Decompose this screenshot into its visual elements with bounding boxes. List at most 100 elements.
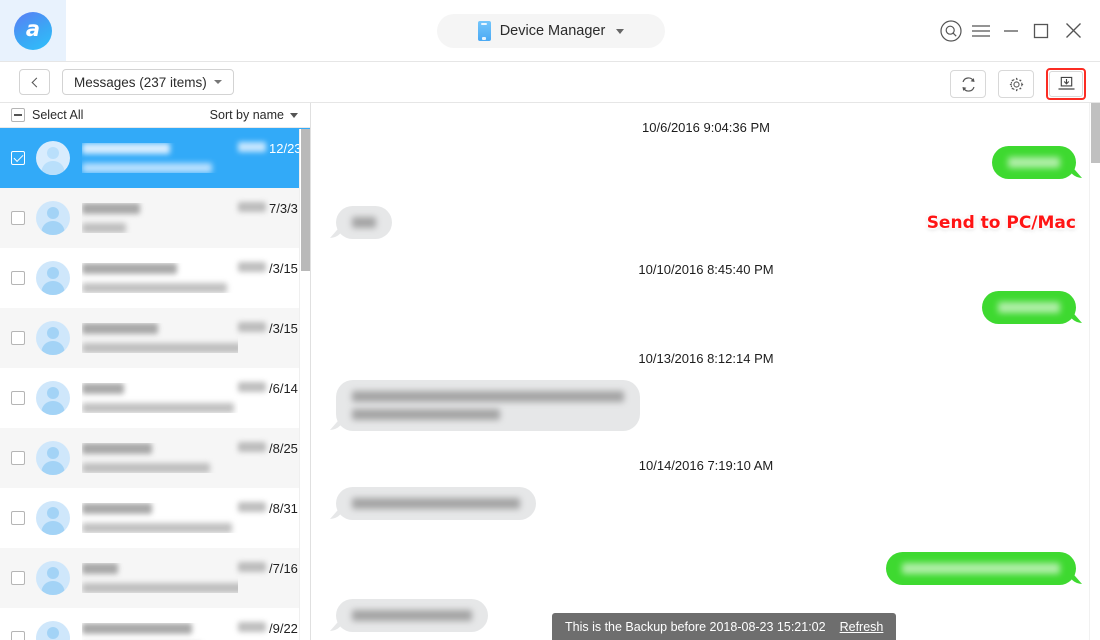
incoming-message-bubble[interactable] (336, 487, 536, 520)
row-checkbox[interactable] (11, 631, 25, 640)
row-date: /6/14 (269, 381, 298, 396)
row-date: 7/3/3 (269, 201, 298, 216)
maximize-icon[interactable] (1026, 0, 1056, 61)
app-logo: a (0, 0, 66, 61)
row-checkbox[interactable] (11, 151, 25, 165)
row-checkbox[interactable] (11, 571, 25, 585)
row-preview (82, 583, 238, 593)
avatar (36, 621, 70, 640)
row-text (82, 443, 238, 473)
message-text-redacted (998, 302, 1060, 313)
message-list-row[interactable]: /6/14 (0, 368, 310, 428)
chevron-down-icon (616, 28, 625, 34)
message-timestamp: 10/14/2016 7:19:10 AM (638, 458, 774, 473)
phone-icon (477, 21, 491, 41)
settings-button[interactable] (998, 70, 1034, 98)
message-bubble-row (336, 552, 1076, 585)
send-to-pc-mac-annotation: Send to PC/Mac (926, 213, 1076, 233)
row-time-redacted (238, 442, 266, 452)
refresh-icon (961, 76, 975, 92)
avatar (36, 381, 70, 415)
device-manager-label: Device Manager (499, 23, 606, 39)
row-checkbox[interactable] (11, 211, 25, 225)
row-time-redacted (238, 202, 266, 212)
sort-by-name-dropdown[interactable]: Sort by name (210, 108, 298, 122)
message-text-redacted (352, 610, 472, 621)
row-preview (82, 343, 238, 353)
incoming-message-bubble[interactable] (336, 206, 392, 239)
row-time-redacted (238, 262, 266, 272)
avatar (36, 261, 70, 295)
device-manager-selector[interactable]: Device Manager (437, 14, 665, 48)
message-timestamp: 10/10/2016 8:45:40 PM (638, 262, 774, 277)
avatar (36, 441, 70, 475)
row-time-redacted (238, 382, 266, 392)
send-to-computer-button[interactable] (1046, 68, 1086, 100)
row-time-redacted (238, 142, 266, 152)
close-icon[interactable] (1056, 0, 1090, 61)
sort-label: Sort by name (209, 108, 284, 122)
row-date: 12/23 (269, 141, 302, 156)
breadcrumb[interactable]: Messages (237 items) (62, 69, 234, 95)
row-contact-name (82, 443, 152, 454)
search-circle-icon[interactable] (936, 0, 966, 61)
avatar (36, 141, 70, 175)
row-checkbox[interactable] (11, 451, 25, 465)
message-timestamp: 10/6/2016 9:04:36 PM (642, 120, 770, 135)
incoming-message-bubble[interactable] (336, 380, 640, 431)
row-text (82, 383, 238, 413)
message-list-row[interactable]: /9/22 (0, 608, 310, 640)
message-text-redacted (352, 391, 624, 402)
message-bubble-row (336, 487, 1076, 520)
message-bubble-row (336, 291, 1076, 324)
refresh-link[interactable]: Refresh (840, 620, 884, 634)
row-preview (82, 223, 126, 233)
row-preview (82, 283, 227, 293)
row-checkbox[interactable] (11, 271, 25, 285)
message-list-row[interactable]: /3/15 (0, 308, 310, 368)
row-contact-name (82, 143, 170, 154)
avatar (36, 321, 70, 355)
message-list-row[interactable]: 12/23 (0, 128, 310, 188)
toolbar-actions (950, 68, 1086, 100)
refresh-button[interactable] (950, 70, 986, 98)
row-time-redacted (238, 622, 266, 632)
outgoing-message-bubble[interactable] (982, 291, 1076, 324)
select-all-checkbox[interactable] (11, 108, 25, 122)
logo-letter: a (25, 17, 41, 41)
back-button[interactable] (19, 69, 50, 95)
incoming-message-bubble[interactable] (336, 599, 488, 632)
row-preview (82, 523, 232, 533)
list-scrollbar-thumb[interactable] (301, 129, 310, 271)
row-text (82, 503, 238, 533)
backup-status-message: This is the Backup before 2018-08-23 15:… (565, 619, 826, 634)
message-text-redacted (352, 217, 376, 228)
hamburger-menu-icon[interactable] (966, 0, 996, 61)
message-bubble-row (336, 380, 1076, 431)
row-time-redacted (238, 562, 266, 572)
row-checkbox[interactable] (11, 391, 25, 405)
message-list-row[interactable]: /8/31 (0, 488, 310, 548)
conversation-scrollbar-thumb[interactable] (1091, 103, 1100, 163)
list-scrollbar[interactable] (299, 129, 310, 640)
row-contact-name (82, 203, 140, 214)
row-checkbox[interactable] (11, 331, 25, 345)
outgoing-message-bubble[interactable] (992, 146, 1076, 179)
message-list-row[interactable]: 7/3/3 (0, 188, 310, 248)
row-contact-name (82, 563, 118, 574)
message-list-row[interactable]: /8/25 (0, 428, 310, 488)
row-checkbox[interactable] (11, 511, 25, 525)
outgoing-message-bubble[interactable] (886, 552, 1076, 585)
chevron-left-icon (31, 77, 41, 87)
row-contact-name (82, 383, 124, 394)
row-date: /8/25 (269, 441, 298, 456)
message-list-row[interactable]: /7/16 (0, 548, 310, 608)
message-list-row[interactable]: /3/15 (0, 248, 310, 308)
row-text (82, 203, 238, 233)
row-contact-name (82, 323, 158, 334)
row-text (82, 563, 238, 593)
conversation-scrollbar[interactable] (1089, 103, 1100, 640)
avatar (36, 561, 70, 595)
minimize-icon[interactable] (996, 0, 1026, 61)
message-text-redacted (352, 409, 500, 420)
